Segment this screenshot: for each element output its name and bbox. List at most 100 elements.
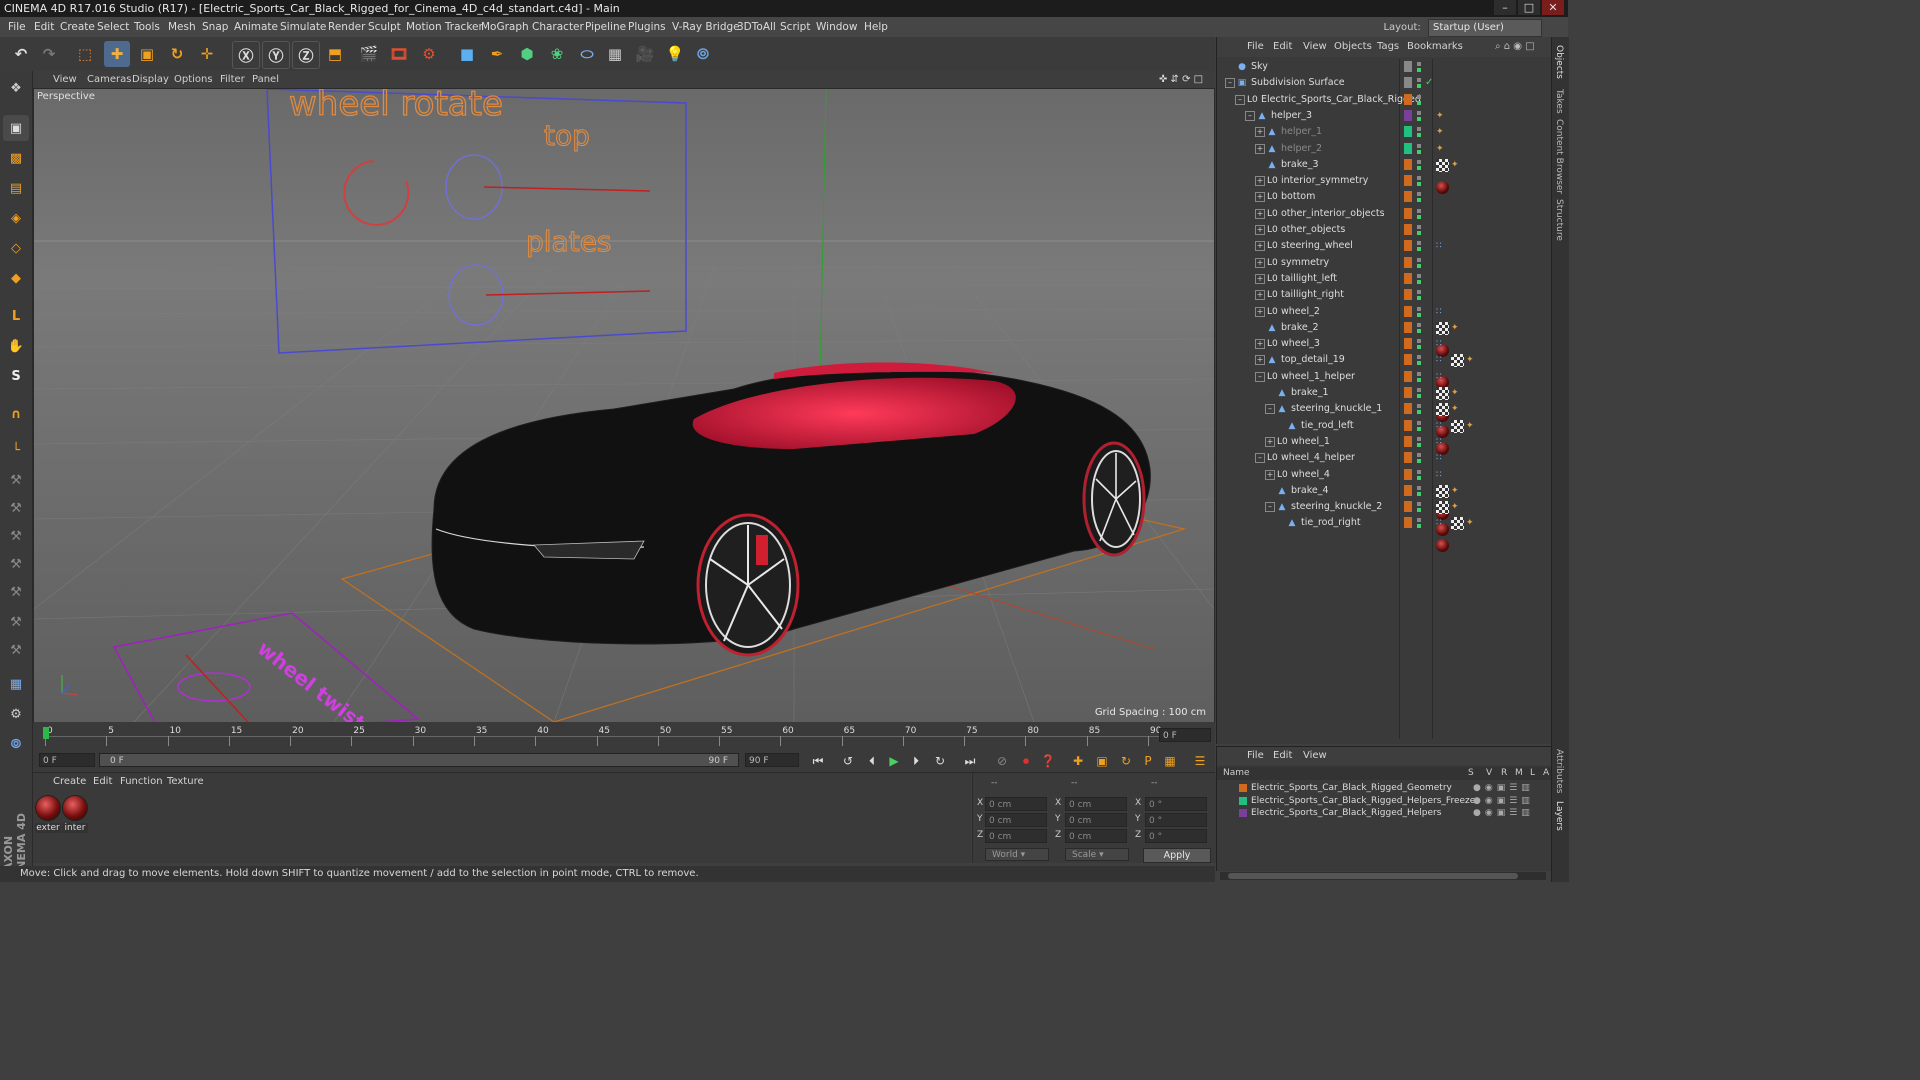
end-frame-field[interactable]: 90 F	[745, 753, 799, 767]
spline-pen-icon[interactable]: ✒	[484, 41, 510, 67]
3d-viewport[interactable]: wheel rotate top plates wheel twist Pers…	[33, 88, 1215, 723]
mat-menu-edit[interactable]: Edit	[93, 773, 112, 791]
ik-tag-icon[interactable]: ✦	[1451, 322, 1464, 335]
layer-name[interactable]: Electric_Sports_Car_Black_Rigged_Helpers	[1251, 807, 1441, 819]
lock-grid-icon[interactable]: ▦	[3, 671, 29, 697]
position-z-field[interactable]: 0 cm	[985, 829, 1047, 843]
menu-character[interactable]: Character	[532, 17, 584, 37]
cloner-icon[interactable]: ❀	[544, 41, 570, 67]
object-row[interactable]: + ▲ helper_1 ✦	[1217, 124, 1551, 140]
expand-toggle-icon[interactable]: –	[1255, 453, 1265, 464]
render-settings-icon[interactable]: ⚙	[416, 41, 442, 67]
apply-button[interactable]: Apply	[1143, 848, 1211, 863]
layer-color-swatch[interactable]	[1404, 387, 1412, 398]
layer-color-swatch[interactable]	[1404, 403, 1412, 415]
ik-tag-icon[interactable]: ✦	[1451, 403, 1464, 416]
object-row[interactable]: – ▣ Subdivision Surface ✓	[1217, 75, 1551, 91]
layer-color-swatch[interactable]	[1404, 175, 1412, 187]
expand-toggle-icon[interactable]: –	[1225, 78, 1235, 89]
layer-color-swatch[interactable]	[1404, 142, 1412, 154]
uvw-tag-icon[interactable]	[1436, 321, 1449, 335]
mat-menu-function[interactable]: Function	[120, 773, 163, 791]
layer-color-swatch[interactable]	[1404, 338, 1412, 350]
uvw-tag-icon[interactable]	[1451, 354, 1464, 368]
layer-name[interactable]: Electric_Sports_Car_Black_Rigged_Helpers…	[1251, 795, 1475, 807]
object-name[interactable]: Electric_Sports_Car_Black_Rigged	[1261, 92, 1421, 108]
ik-tag-icon[interactable]: ✦	[1466, 354, 1479, 367]
object-name[interactable]: other_interior_objects	[1281, 206, 1385, 222]
key-scale-icon[interactable]: ▣	[1093, 752, 1111, 770]
menu-snap[interactable]: Snap	[202, 17, 228, 37]
uvw-tag-icon[interactable]	[1436, 501, 1449, 515]
object-name[interactable]: Sky	[1251, 59, 1268, 75]
frame-range-slider[interactable]: 0 F 90 F	[99, 753, 739, 767]
object-name[interactable]: steering_knuckle_1	[1291, 401, 1382, 417]
xpresso-tag-icon[interactable]: ∷	[1436, 306, 1449, 319]
key-position-icon[interactable]: ✚	[1069, 752, 1087, 770]
expand-toggle-icon[interactable]: +	[1255, 127, 1265, 138]
expand-toggle-icon[interactable]: +	[1255, 241, 1265, 252]
expand-toggle-icon[interactable]: –	[1245, 110, 1255, 121]
render-picture-viewer-icon[interactable]: 🎞	[386, 41, 412, 67]
obj-menu-view[interactable]: View	[1303, 37, 1327, 57]
menu-pipeline[interactable]: Pipeline	[585, 17, 626, 37]
texture-mode-icon[interactable]: ▩	[3, 145, 29, 171]
z-axis-icon[interactable]: Ⓩ	[292, 41, 320, 69]
object-row[interactable]: + L0 bottom	[1217, 189, 1551, 205]
menu-edit[interactable]: Edit	[34, 17, 54, 37]
step-forward-icon[interactable]: ⏵	[907, 752, 925, 770]
python-icon[interactable]: ⦾	[690, 41, 716, 67]
brush-tool-4-icon[interactable]: ⚒	[3, 551, 29, 577]
object-row[interactable]: + L0 steering_wheel ∷	[1217, 238, 1551, 254]
material-exter[interactable]: exter	[35, 795, 61, 833]
tab-structure[interactable]: Structure	[1554, 199, 1564, 241]
object-row[interactable]: ▲ tie_rod_right ∷ ✦	[1217, 515, 1551, 553]
brush-tool-3-icon[interactable]: ⚒	[3, 523, 29, 549]
tab-layers[interactable]: Layers	[1554, 801, 1564, 831]
live-selection-icon[interactable]: ⬚	[72, 41, 98, 67]
menu-create[interactable]: Create	[60, 17, 95, 37]
coord-mode-dropdown[interactable]: World ▾	[985, 848, 1049, 861]
tab-takes[interactable]: Takes	[1554, 89, 1564, 114]
enabled-check-icon[interactable]: ✓	[1425, 75, 1433, 91]
object-name[interactable]: helper_1	[1281, 124, 1322, 140]
autokey-icon[interactable]: ❓	[1039, 752, 1057, 770]
size-x-field[interactable]: 0 cm	[1065, 797, 1127, 811]
layer-color-swatch[interactable]	[1404, 272, 1412, 284]
scale-icon[interactable]: ▣	[134, 41, 160, 67]
uvw-tag-icon[interactable]	[1451, 419, 1464, 433]
menu-file[interactable]: File	[8, 17, 26, 37]
workplane-icon[interactable]: ▤	[3, 175, 29, 201]
layer-toggle-icons[interactable]: ●◉▣☰▥	[1473, 782, 1534, 794]
brush-tool-7-icon[interactable]: ⚒	[3, 637, 29, 663]
layer-color-swatch[interactable]	[1404, 158, 1412, 170]
uvw-tag-icon[interactable]	[1436, 403, 1449, 417]
previous-key-icon[interactable]: ↺	[839, 752, 857, 770]
object-name[interactable]: helper_2	[1281, 141, 1322, 157]
layer-color-swatch[interactable]	[1404, 370, 1412, 382]
visibility-dots-icon[interactable]	[1417, 518, 1421, 529]
visibility-dots-icon[interactable]	[1417, 290, 1421, 301]
rotation-h-field[interactable]: 0 °	[1145, 797, 1207, 811]
menu-mesh[interactable]: Mesh	[168, 17, 196, 37]
rotation-p-field[interactable]: 0 °	[1145, 813, 1207, 827]
python-script-icon[interactable]: ⦾	[3, 731, 29, 757]
menu-mograph[interactable]: MoGraph	[481, 17, 529, 37]
ik-tag-icon[interactable]: ✦	[1451, 501, 1464, 514]
object-name[interactable]: top_detail_19	[1281, 352, 1345, 368]
vp-menu-view[interactable]: View	[53, 71, 77, 88]
expand-toggle-icon[interactable]: +	[1255, 208, 1265, 219]
object-row[interactable]: + L0 other_objects	[1217, 222, 1551, 238]
object-name[interactable]: brake_3	[1281, 157, 1319, 173]
visibility-dots-icon[interactable]	[1417, 225, 1421, 235]
minimize-button[interactable]: –	[1494, 0, 1516, 15]
layer-row[interactable]: Electric_Sports_Car_Black_Rigged_Helpers…	[1217, 795, 1551, 807]
object-name[interactable]: bottom	[1281, 189, 1315, 205]
object-row[interactable]: + L0 wheel_3 ∷	[1217, 336, 1551, 352]
key-parameter-icon[interactable]: P	[1139, 752, 1157, 770]
visibility-dots-icon[interactable]	[1417, 371, 1421, 382]
object-row[interactable]: + ▲ top_detail_19 ∷ ✦	[1217, 352, 1551, 390]
object-row[interactable]: + L0 interior_symmetry	[1217, 173, 1551, 189]
layer-color-swatch[interactable]	[1404, 419, 1412, 431]
uvw-tag-icon[interactable]	[1436, 484, 1449, 498]
